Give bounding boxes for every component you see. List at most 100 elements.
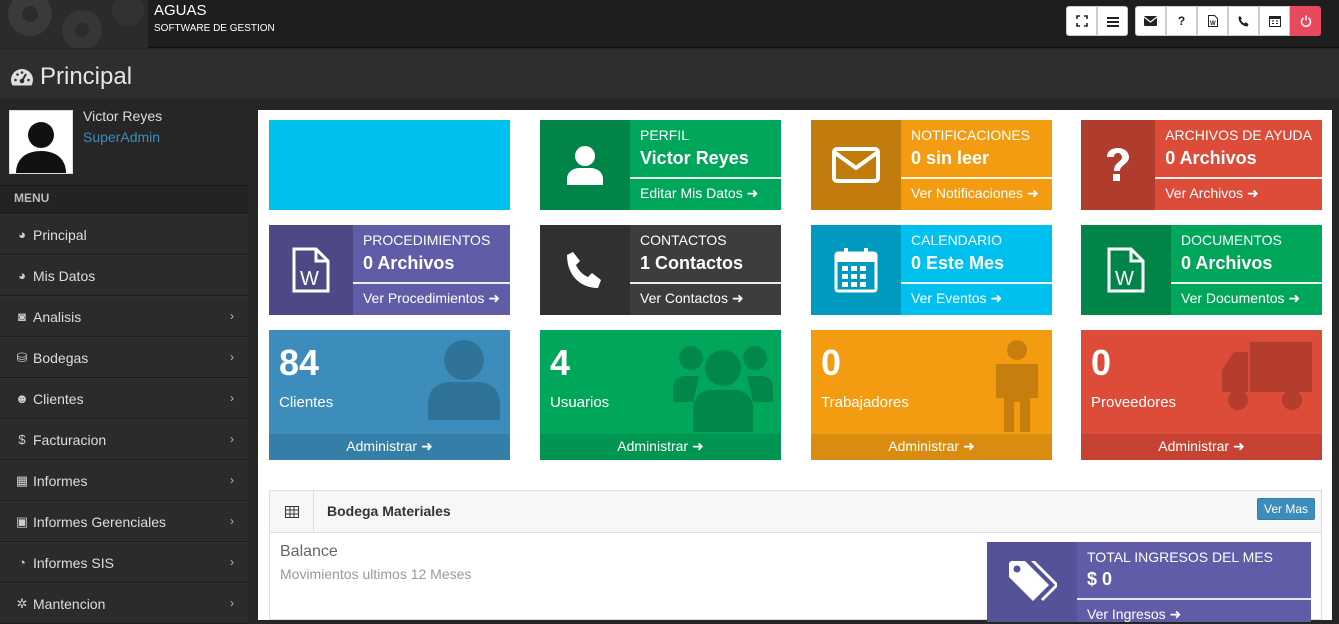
info-box-label: NOTIFICACIONES bbox=[911, 127, 1031, 143]
tags-icon bbox=[987, 542, 1077, 622]
users-icon bbox=[673, 340, 773, 432]
administrar-link[interactable]: Administrar ➜ bbox=[811, 434, 1052, 460]
info-box-link[interactable]: Ver Documentos ➜ bbox=[1171, 282, 1322, 315]
info-box-link[interactable]: Ver Notificaciones ➜ bbox=[901, 177, 1052, 210]
sidebar-item-bodegas[interactable]: ⛁ Bodegas › bbox=[0, 337, 248, 378]
help-icon: ? bbox=[1177, 14, 1186, 28]
info-box-link[interactable]: Editar Mis Datos ➜ bbox=[630, 177, 781, 210]
sidebar-item-label: Analisis bbox=[33, 308, 82, 325]
truck-icon bbox=[1220, 340, 1314, 414]
menu-item-icon: ◕ bbox=[18, 268, 26, 283]
chevron-right-icon: › bbox=[230, 555, 234, 569]
administrar-link-text: Administrar bbox=[1158, 438, 1230, 454]
income-label: TOTAL INGRESOS DEL MES bbox=[1087, 549, 1273, 565]
menu-item-icon: ☻ bbox=[15, 391, 29, 406]
stat-box-proveedores: 0 Proveedores Administrar ➜ bbox=[1081, 330, 1322, 460]
info-box-link-text: Ver Notificaciones bbox=[911, 185, 1024, 201]
info-box-empty bbox=[269, 120, 510, 210]
menu-item-icon: $ bbox=[18, 432, 26, 447]
info-box-link[interactable]: Ver Procedimientos ➜ bbox=[352, 282, 510, 315]
logout-button[interactable] bbox=[1290, 6, 1321, 36]
arrow-circle-icon: ➜ bbox=[691, 438, 704, 454]
document-button[interactable]: W bbox=[1197, 6, 1228, 36]
arrow-circle-icon: ➜ bbox=[962, 438, 975, 454]
arrow-circle-icon: ➜ bbox=[746, 185, 759, 201]
sidebar-item-facturacion[interactable]: $ Facturacion › bbox=[0, 419, 248, 460]
power-icon bbox=[1300, 15, 1312, 27]
info-box-link[interactable]: Ver Archivos ➜ bbox=[1155, 177, 1322, 210]
chevron-right-icon: › bbox=[230, 432, 234, 446]
sidebar-item-label: Principal bbox=[33, 226, 87, 243]
sidebar-item-analisis[interactable]: ◙ Analisis › bbox=[0, 296, 248, 337]
balance-title: Balance bbox=[280, 543, 338, 560]
administrar-link[interactable]: Administrar ➜ bbox=[1081, 434, 1322, 460]
menu-header: MENU bbox=[0, 186, 248, 214]
phone-icon bbox=[540, 225, 630, 315]
administrar-link[interactable]: Administrar ➜ bbox=[269, 434, 510, 460]
income-box: TOTAL INGRESOS DEL MES $ 0 Ver Ingresos … bbox=[987, 542, 1311, 622]
page-title: Principal bbox=[10, 63, 132, 91]
menu-item-icon: ◙ bbox=[18, 309, 26, 324]
info-box-link[interactable]: Ver Eventos ➜ bbox=[901, 282, 1052, 315]
page-header: Principal bbox=[0, 49, 1339, 99]
stat-value: 0 bbox=[1091, 342, 1112, 383]
phone-button[interactable] bbox=[1228, 6, 1259, 36]
toolbar-left-group bbox=[1066, 6, 1128, 36]
info-box-notificaciones: NOTIFICACIONES 0 sin leer Ver Notificacion… bbox=[811, 120, 1052, 210]
info-box-value: 0 Archivos bbox=[362, 253, 455, 273]
toolbar-right-group: ? W bbox=[1135, 6, 1321, 36]
phone-icon bbox=[1238, 15, 1249, 27]
person-icon bbox=[426, 340, 502, 420]
menu-item-icon: ⛁ bbox=[16, 349, 28, 365]
info-box-value: Victor Reyes bbox=[640, 148, 749, 168]
male-icon bbox=[990, 340, 1044, 432]
menu-toggle-button[interactable] bbox=[1097, 6, 1128, 36]
mail-button[interactable] bbox=[1135, 6, 1166, 36]
sidebar-item-label: Informes SIS bbox=[33, 554, 114, 571]
menu-icon bbox=[1106, 16, 1119, 27]
info-box-perfil: PERFIL Victor Reyes Editar Mis Datos ➜ bbox=[540, 120, 781, 210]
info-box-link-text: Ver Procedimientos bbox=[362, 290, 485, 306]
info-box-value: 0 Archivos bbox=[1181, 253, 1273, 273]
info-box-link[interactable]: Ver Contactos ➜ bbox=[630, 282, 781, 315]
sidebar-item-informes-gerenciales[interactable]: ▣ Informes Gerenciales › bbox=[0, 501, 248, 542]
user-panel: Victor Reyes SuperAdmin bbox=[0, 100, 248, 186]
sidebar-item-label: Bodegas bbox=[33, 349, 89, 366]
stat-label: Proveedores bbox=[1091, 394, 1177, 411]
stat-value: 0 bbox=[821, 342, 842, 383]
sidebar-item-mis-datos[interactable]: ◕ Mis Datos bbox=[0, 255, 248, 296]
stat-label: Trabajadores bbox=[821, 394, 909, 411]
info-box-label: PROCEDIMIENTOS bbox=[362, 232, 491, 248]
avatar[interactable] bbox=[9, 110, 73, 174]
fullscreen-button[interactable] bbox=[1066, 6, 1097, 36]
document-icon: W bbox=[1207, 15, 1218, 27]
user-role[interactable]: SuperAdmin bbox=[83, 129, 160, 145]
calendar-icon bbox=[811, 225, 901, 315]
chevron-right-icon: › bbox=[230, 596, 234, 610]
income-link[interactable]: Ver Ingresos ➜ bbox=[1077, 598, 1311, 623]
sidebar-item-informes[interactable]: ▦ Informes › bbox=[0, 460, 248, 501]
administrar-link[interactable]: Administrar ➜ bbox=[540, 434, 781, 460]
panel-header: Bodega Materiales Ver Mas bbox=[270, 491, 1321, 533]
sidebar-item-informes-sis[interactable]: ◔ Informes SIS › bbox=[0, 542, 248, 583]
fullscreen-icon bbox=[1075, 15, 1088, 27]
help-button[interactable]: ? bbox=[1166, 6, 1197, 36]
sidebar-item-label: Mis Datos bbox=[33, 267, 96, 284]
mail-icon bbox=[1144, 16, 1157, 26]
calendar-button[interactable] bbox=[1259, 6, 1290, 36]
info-box-link-text: Ver Eventos bbox=[911, 290, 987, 306]
calendar-icon bbox=[1268, 15, 1281, 27]
sidebar-item-principal[interactable]: ◕ Principal bbox=[0, 214, 248, 255]
sidebar-item-mantencion[interactable]: ✲ Mantencion › bbox=[0, 583, 248, 624]
info-box-archivos: ARCHIVOS DE AYUDA 0 Archivos Ver Archivos … bbox=[1081, 120, 1322, 210]
ver-mas-button[interactable]: Ver Mas bbox=[1256, 498, 1315, 520]
stat-box-clientes: 84 Clientes Administrar ➜ bbox=[269, 330, 510, 460]
info-box-documentos: W DOCUMENTOS 0 Archivos Ver Documentos ➜ bbox=[1081, 225, 1322, 315]
stat-label: Usuarios bbox=[550, 394, 610, 411]
info-box-label: PERFIL bbox=[640, 127, 690, 143]
question-icon bbox=[1081, 120, 1156, 210]
envelope-icon bbox=[811, 120, 901, 210]
menu-item-icon: ◔ bbox=[18, 555, 26, 570]
menu-item-icon: ✲ bbox=[16, 595, 28, 611]
sidebar-item-clientes[interactable]: ☻ Clientes › bbox=[0, 378, 248, 419]
